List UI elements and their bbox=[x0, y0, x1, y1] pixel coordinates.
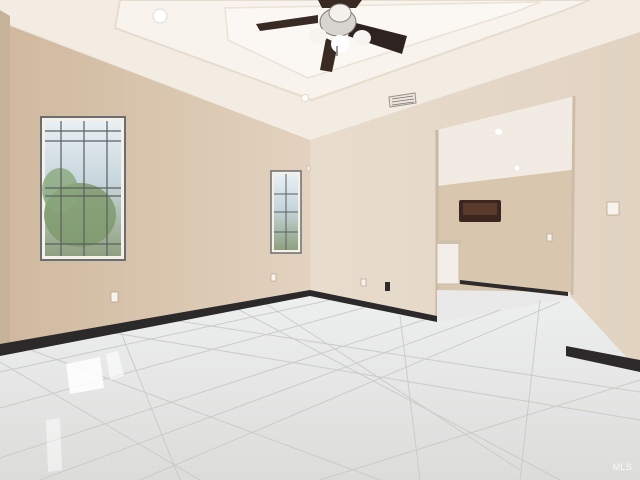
doorframe-right bbox=[570, 95, 576, 296]
counter-cabinet bbox=[436, 241, 460, 285]
room-illustration bbox=[0, 0, 640, 480]
recessed-light bbox=[514, 165, 520, 171]
small-window bbox=[270, 170, 302, 254]
outlet bbox=[546, 233, 553, 242]
outlet bbox=[270, 273, 277, 282]
room-photo: MLS bbox=[0, 0, 640, 480]
cabinet-panel bbox=[463, 203, 497, 215]
countertop bbox=[437, 240, 461, 244]
recessed-light bbox=[152, 8, 168, 24]
left-corner-shadow bbox=[0, 10, 10, 352]
watermark: MLS bbox=[612, 462, 632, 472]
light-switch bbox=[606, 201, 620, 216]
outlet bbox=[110, 291, 119, 303]
recessed-light bbox=[301, 94, 309, 102]
recessed-light bbox=[495, 129, 499, 133]
outlet bbox=[360, 278, 367, 287]
thermostat bbox=[306, 165, 311, 172]
left-window bbox=[40, 116, 126, 261]
cable-outlet bbox=[385, 282, 390, 291]
sunlight-reflection bbox=[46, 418, 62, 472]
